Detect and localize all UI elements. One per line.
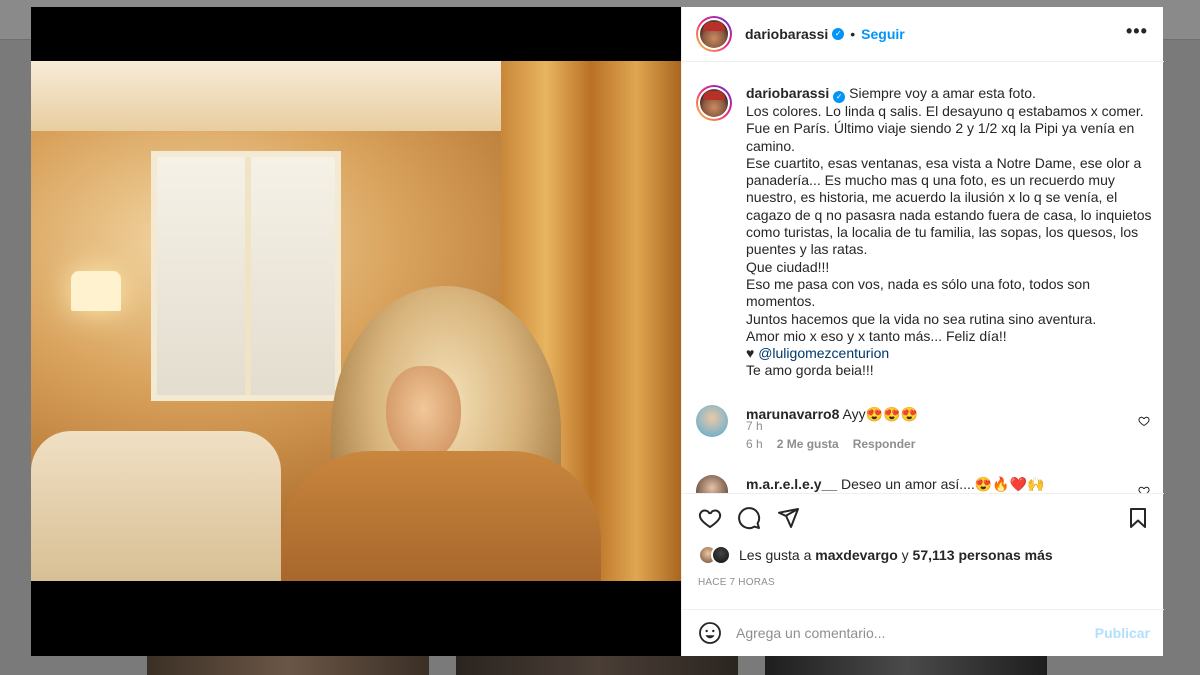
comment-like-heart-icon[interactable] (1138, 415, 1150, 427)
add-comment-bar: Publicar (682, 609, 1164, 656)
emoji-icon[interactable] (698, 621, 722, 645)
photo-face (386, 366, 461, 461)
post-header: dariobarassi ✓ • Seguir ••• (682, 7, 1164, 62)
author-avatar[interactable] (696, 16, 732, 52)
bookmark-icon[interactable] (1126, 506, 1150, 530)
caption-end: Te amo gorda beia!!! (746, 362, 874, 379)
comment-likes-link[interactable]: 2 Me gusta (777, 435, 839, 453)
comment-input[interactable] (736, 625, 1095, 641)
comment-like-heart-icon[interactable] (1138, 485, 1150, 493)
likes-and: y (897, 547, 913, 563)
caption-mention-link[interactable]: @luligomezcenturion (758, 345, 889, 361)
likes-user-link[interactable]: maxdevargo (815, 547, 897, 563)
post-photo[interactable] (31, 61, 681, 581)
paper-plane-icon[interactable] (776, 506, 800, 530)
post-time-ago: Hace 7 horas (698, 577, 775, 588)
comment-item: m.a.r.e.l.e.y__ Deseo un amor así....😍🔥❤… (696, 475, 1106, 493)
post-caption: dariobarassi ✓ Siempre voy a amar esta fo… (696, 85, 1156, 380)
comment-text: Deseo un amor así....😍🔥❤️🙌 (840, 476, 1045, 492)
comment-item: marunavarro8 Ayy😍😍😍 6 h 2 Me gusta Respo… (696, 405, 1106, 453)
commenter-avatar[interactable] (696, 405, 728, 437)
comment-icon[interactable] (737, 506, 761, 530)
liker-avatar (711, 545, 731, 565)
commenter-avatar[interactable] (696, 475, 728, 493)
likes-summary: Les gusta a maxdevargo y 57,113 personas… (698, 545, 1053, 565)
caption-avatar[interactable] (696, 85, 732, 121)
post-actions-bar (682, 493, 1164, 533)
likes-prefix: Les gusta a (739, 547, 816, 563)
background-thumbnail (147, 655, 429, 675)
caption-body: Siempre voy a amar esta foto. Los colore… (746, 85, 1152, 344)
post-modal: dariobarassi ✓ • Seguir ••• dariobarassi… (31, 7, 1164, 656)
author-username[interactable]: dariobarassi (745, 26, 828, 42)
caption-heart: ♥ (746, 345, 759, 362)
likes-text: Les gusta a maxdevargo y 57,113 personas… (739, 547, 1053, 563)
comment-username[interactable]: m.a.r.e.l.e.y__ (746, 476, 837, 492)
likes-count-link[interactable]: 57,113 personas más (913, 547, 1053, 563)
separator-dot: • (850, 26, 856, 42)
more-options-icon[interactable]: ••• (1126, 22, 1147, 43)
background-thumbnail (456, 655, 738, 675)
comments-list[interactable]: dariobarassi ✓ Siempre voy a amar esta fo… (682, 63, 1164, 493)
publish-button[interactable]: Publicar (1095, 625, 1150, 641)
caption-text: dariobarassi ✓ Siempre voy a amar esta fo… (746, 85, 1156, 380)
caption-username[interactable]: dariobarassi (746, 85, 829, 101)
verified-badge-icon: ✓ (833, 91, 846, 103)
comment-text: Ayy😍😍😍 (842, 406, 918, 422)
photo-sweater (281, 451, 601, 581)
follow-button[interactable]: Seguir (861, 26, 905, 42)
photo-lamp (71, 271, 121, 311)
photo-armchair (31, 431, 281, 581)
heart-icon[interactable] (698, 506, 722, 530)
post-media (31, 7, 681, 656)
verified-badge-icon: ✓ (832, 28, 845, 40)
photo-window (151, 151, 341, 401)
background-thumbnail (765, 655, 1047, 675)
post-side-panel: dariobarassi ✓ • Seguir ••• dariobarassi… (681, 7, 1164, 656)
comment-username[interactable]: marunavarro8 (746, 406, 839, 422)
comment-time: 6 h (746, 437, 763, 451)
reply-button[interactable]: Responder (853, 435, 916, 453)
